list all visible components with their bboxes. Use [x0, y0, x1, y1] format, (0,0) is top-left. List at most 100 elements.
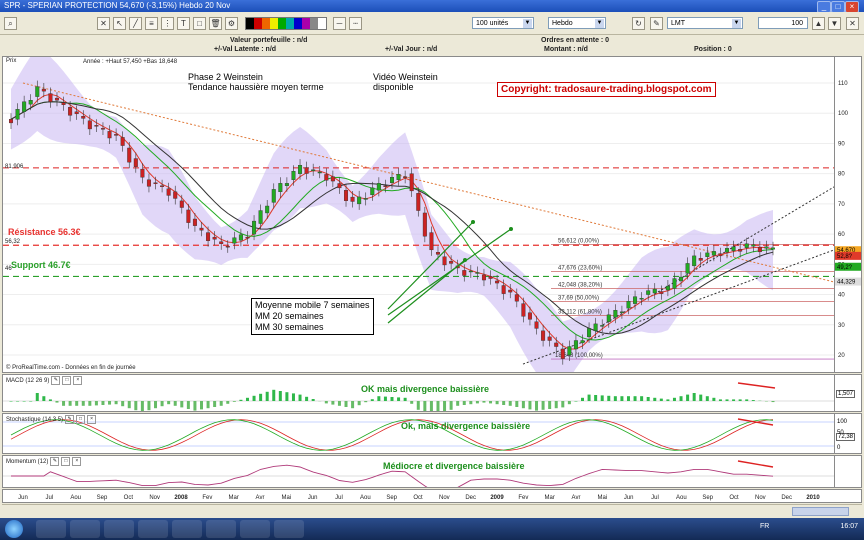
buy-icon[interactable]: ▲: [812, 17, 825, 30]
stochastic-axis: 100 50 72,38 0: [835, 413, 862, 454]
refresh-icon[interactable]: ↻: [632, 17, 645, 30]
macd-bar: [554, 401, 558, 409]
channel-icon[interactable]: ≡: [145, 17, 158, 30]
level-56-label: 56,32: [5, 239, 21, 245]
candle-body: [304, 167, 309, 174]
macd-bar: [390, 397, 394, 401]
price-tick: 30: [838, 323, 845, 329]
time-tick: Sep: [702, 495, 713, 501]
time-tick: Oct: [124, 495, 134, 501]
fibonacci-icon[interactable]: ⋮: [161, 17, 174, 30]
language-indicator[interactable]: FR: [760, 523, 769, 530]
taskbar-app-6[interactable]: [206, 520, 236, 538]
quantity-input[interactable]: 100: [758, 17, 808, 29]
candle-body: [68, 106, 73, 116]
search-icon[interactable]: ⌕: [4, 17, 17, 30]
time-tick: 2010: [806, 495, 820, 501]
candle-body: [751, 244, 756, 247]
stochastic-panel[interactable]: Stochastique (14 3 5) ✎ □ × Ok, mais diverg…: [2, 413, 835, 454]
macd-bar: [134, 401, 138, 411]
time-tick: Nov: [149, 495, 160, 501]
candle-body: [403, 176, 408, 178]
price-panel[interactable]: 56,612 (0,00%) 47,676 (23,60%) 42,048 (38,…: [2, 56, 835, 373]
scrollbar-thumb[interactable]: [792, 507, 849, 516]
period-value: Hebdo: [552, 20, 573, 27]
candle-body: [8, 119, 13, 124]
momentum-divergence-line: [737, 460, 774, 468]
candle-body: [468, 270, 473, 273]
time-tick: Jul: [335, 495, 343, 501]
macd-bar: [351, 401, 355, 409]
macd-panel[interactable]: MACD (12 26 9) ✎ □ × OK mais divergence bai…: [2, 374, 835, 412]
macd-bar: [679, 396, 683, 401]
taskbar-app-1[interactable]: [36, 520, 66, 538]
macd-bar: [324, 401, 328, 404]
momentum-panel[interactable]: Momentum (12) ✎ □ × Médiocre et divergence …: [2, 455, 835, 488]
candle-body: [481, 274, 486, 281]
candle-body: [534, 321, 539, 329]
amount-value: Montant : n/d: [544, 46, 588, 53]
settings-icon[interactable]: ⚙: [225, 17, 238, 30]
candle-body: [54, 97, 59, 101]
macd-bar: [180, 401, 184, 408]
taskbar-app-2[interactable]: [70, 520, 100, 538]
period-select[interactable]: Hebdo ▼: [548, 17, 606, 29]
horizontal-scrollbar[interactable]: [2, 504, 862, 517]
line-width-icon[interactable]: ─: [333, 17, 346, 30]
units-value: 100 unités: [476, 20, 509, 27]
candle-body: [146, 179, 151, 187]
candle-body: [711, 251, 716, 256]
macd-bar: [68, 401, 72, 406]
time-axis: Jun Jul Aou Sep Oct Nov 2008 Fev Mar Avr Mai Jun Jul…: [2, 489, 862, 503]
candle-body: [291, 171, 296, 180]
macd-bar: [561, 401, 565, 408]
trash-icon[interactable]: 🗑: [209, 17, 222, 30]
candle-body: [567, 346, 572, 356]
macd-bar: [232, 401, 236, 402]
time-tick: Nov: [755, 495, 766, 501]
line-icon[interactable]: ╱: [129, 17, 142, 30]
macd-bar: [173, 401, 177, 406]
taskbar: FR 16:07: [0, 518, 864, 540]
close-order-icon[interactable]: ✕: [846, 17, 859, 30]
units-select[interactable]: 100 unités ▼: [472, 17, 534, 29]
candle-body: [744, 243, 749, 248]
candle-body: [61, 102, 66, 105]
taskbar-app-3[interactable]: [104, 520, 134, 538]
price-tick: 20: [838, 353, 845, 359]
candle-body: [225, 245, 230, 248]
taskbar-app-7[interactable]: [240, 520, 270, 538]
price-tick: 100: [838, 111, 849, 117]
cursor-icon[interactable]: ↖: [113, 17, 126, 30]
candle-body: [81, 116, 86, 119]
line-style-icon[interactable]: ┄: [349, 17, 362, 30]
taskbar-app-8[interactable]: [274, 520, 304, 538]
rectangle-icon[interactable]: □: [193, 17, 206, 30]
stochastic-comment: Ok, mais divergence baissière: [401, 421, 531, 431]
color-palette[interactable]: [245, 17, 327, 30]
macd-bar: [548, 401, 552, 409]
order-type-select[interactable]: LMT ▼: [667, 17, 743, 29]
sell-icon[interactable]: ▼: [828, 17, 841, 30]
macd-bar: [423, 401, 427, 411]
delete-icon[interactable]: ✕: [97, 17, 110, 30]
macd-bar: [88, 401, 92, 406]
macd-bar: [114, 401, 118, 405]
macd-bar: [475, 401, 479, 404]
order-icon[interactable]: ✎: [650, 17, 663, 30]
taskbar-app-4[interactable]: [138, 520, 168, 538]
stochastic-label: Stochastique (14 3 5) ✎ □ ×: [6, 415, 97, 424]
taskbar-app-5[interactable]: [172, 520, 202, 538]
text-icon[interactable]: T: [177, 17, 190, 30]
price-tick: 110: [838, 81, 848, 87]
legend-arrowhead: [463, 258, 467, 262]
price-tag: 52,8?: [837, 254, 853, 260]
clock: 16:07: [840, 523, 858, 530]
start-button[interactable]: [5, 520, 23, 538]
macd-bar: [725, 399, 729, 401]
macd-bar: [160, 401, 164, 407]
time-tick: Mai: [597, 495, 607, 501]
macd-bar: [456, 401, 460, 406]
time-tick: Nov: [439, 495, 450, 501]
day-value: +/-Val Jour : n/d: [385, 46, 438, 53]
